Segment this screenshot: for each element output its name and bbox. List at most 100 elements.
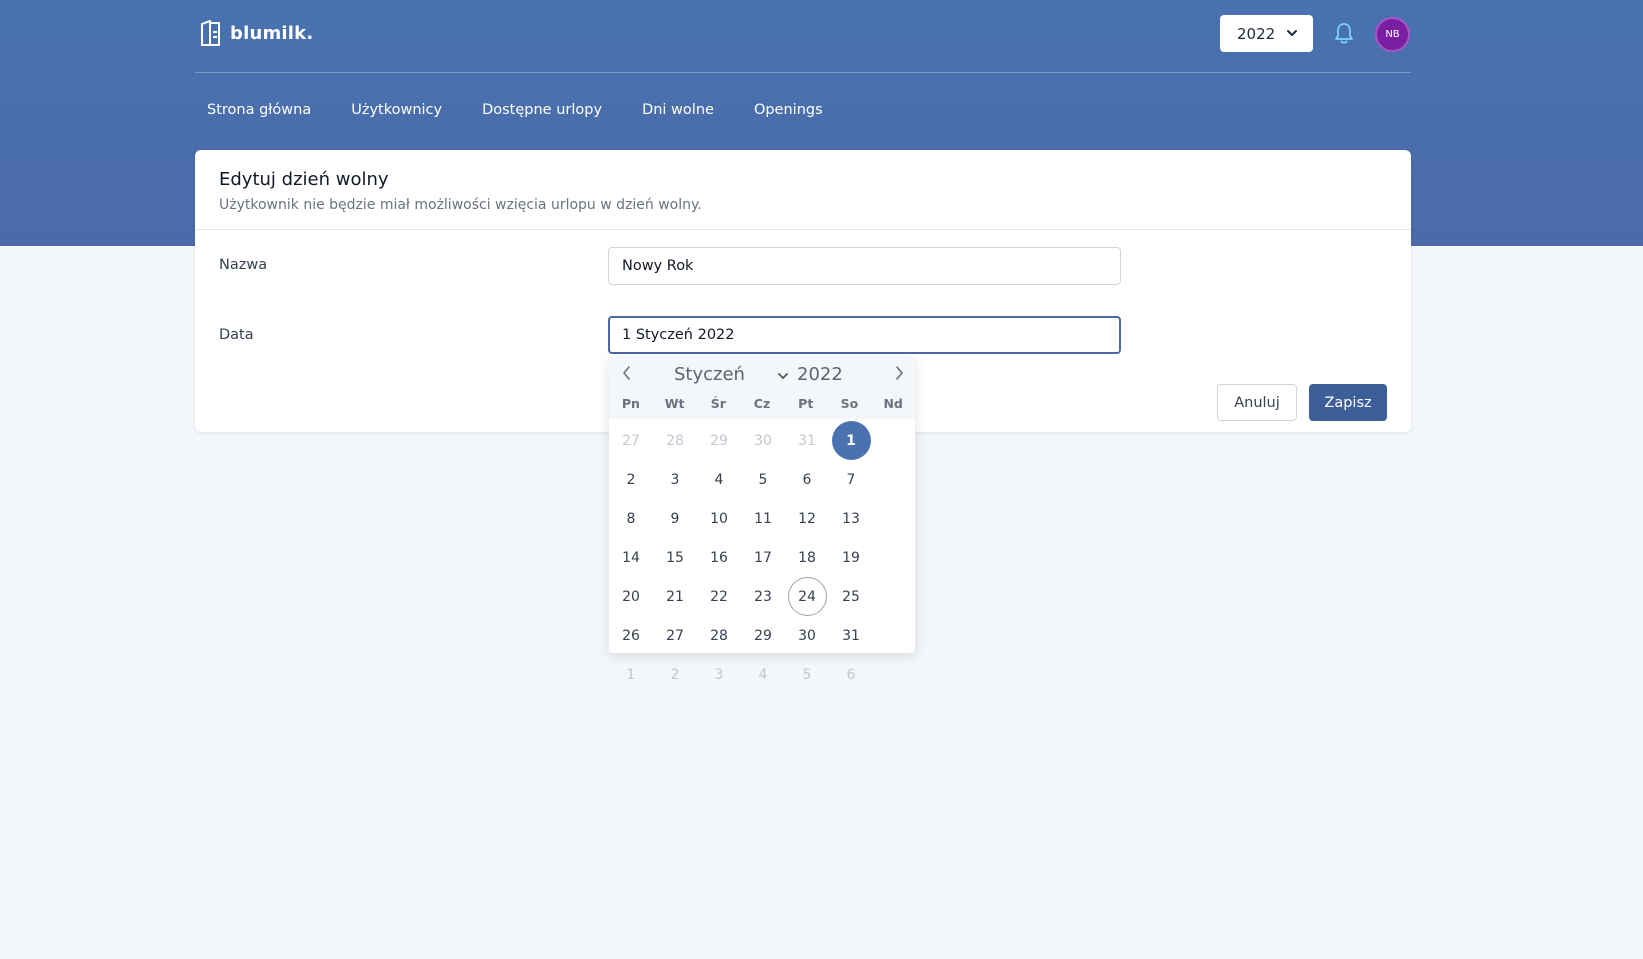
- chevron-down-icon: [778, 373, 788, 380]
- card-header: Edytuj dzień wolny Użytkownik nie będzie…: [195, 150, 1411, 230]
- year-select-value: 2022: [1237, 24, 1276, 43]
- calendar-day[interactable]: 17: [741, 538, 785, 577]
- nav-item-home[interactable]: Strona główna: [195, 96, 323, 124]
- calendar-day[interactable]: 25: [829, 577, 873, 616]
- user-avatar[interactable]: NB: [1375, 17, 1410, 52]
- calendar-day[interactable]: 4: [741, 655, 785, 694]
- calendar-day[interactable]: 6: [785, 460, 829, 499]
- calendar-day-today[interactable]: 24: [785, 577, 829, 616]
- calendar-day[interactable]: 30: [785, 616, 829, 655]
- calendar-day[interactable]: 29: [697, 421, 741, 460]
- calendar-day-number: 3: [670, 471, 680, 488]
- avatar-initials: NB: [1385, 29, 1400, 40]
- calendar-day-number: 15: [666, 549, 684, 566]
- notifications-button[interactable]: [1333, 21, 1355, 49]
- calendar-day-number: 30: [798, 627, 816, 644]
- calendar-day[interactable]: 27: [609, 421, 653, 460]
- month-select[interactable]: Styczeń: [674, 364, 745, 385]
- calendar-day-number: 28: [710, 627, 728, 644]
- calendar-day-number: 8: [626, 510, 636, 527]
- date-label: Data: [219, 327, 254, 343]
- nav-item-openings[interactable]: Openings: [742, 96, 835, 124]
- calendar-day[interactable]: 20: [609, 577, 653, 616]
- calendar-day[interactable]: 12: [785, 499, 829, 538]
- year-select[interactable]: 2022: [1220, 15, 1313, 52]
- calendar-day-number: 3: [714, 666, 724, 683]
- calendar-day[interactable]: 21: [653, 577, 697, 616]
- calendar-day[interactable]: 26: [609, 616, 653, 655]
- nav-item-users[interactable]: Użytkownicy: [339, 96, 454, 124]
- calendar-day-number: 24: [787, 577, 827, 616]
- calendar-day[interactable]: 8: [609, 499, 653, 538]
- logo-text: blumilk.: [230, 22, 314, 44]
- nav-item-holidays[interactable]: Dni wolne: [630, 96, 726, 124]
- calendar-day[interactable]: 22: [697, 577, 741, 616]
- calendar-day-number: 19: [842, 549, 860, 566]
- calendar-day[interactable]: 10: [697, 499, 741, 538]
- blumilk-logo-icon: [201, 20, 220, 46]
- calendar-day[interactable]: 16: [697, 538, 741, 577]
- calendar-day[interactable]: 23: [741, 577, 785, 616]
- chevron-right-icon: [896, 366, 904, 380]
- date-picker: Styczeń 2022 Pn Wt Śr Cz Pt So Nd 27 28 29…: [609, 357, 915, 683]
- calendar-day-number: 17: [754, 549, 772, 566]
- calendar-day[interactable]: 3: [653, 460, 697, 499]
- calendar-day-number: 2: [626, 471, 636, 488]
- calendar-day[interactable]: 28: [697, 616, 741, 655]
- calendar-day-number: 10: [710, 510, 728, 527]
- calendar-day[interactable]: 31: [829, 616, 873, 655]
- calendar-day-number: 31: [798, 432, 816, 449]
- calendar-day[interactable]: 30: [741, 421, 785, 460]
- calendar-day[interactable]: 1: [609, 655, 653, 694]
- calendar-day[interactable]: 14: [609, 538, 653, 577]
- next-month-button[interactable]: [891, 363, 907, 387]
- calendar-day[interactable]: 31: [785, 421, 829, 460]
- main-nav: Strona główna Użytkownicy Dostępne urlop…: [195, 96, 851, 124]
- name-label: Nazwa: [219, 257, 268, 273]
- calendar-day-number: 12: [798, 510, 816, 527]
- cancel-button[interactable]: Anuluj: [1217, 384, 1297, 421]
- calendar-day[interactable]: 9: [653, 499, 697, 538]
- calendar-day[interactable]: 5: [741, 460, 785, 499]
- calendar-day[interactable]: 19: [829, 538, 873, 577]
- name-input[interactable]: Nowy Rok: [608, 247, 1121, 285]
- year-input[interactable]: 2022: [797, 364, 843, 385]
- app-logo[interactable]: blumilk.: [200, 20, 313, 46]
- calendar-day[interactable]: 28: [653, 421, 697, 460]
- calendar-day[interactable]: 27: [653, 616, 697, 655]
- calendar-day-selected[interactable]: 1: [829, 421, 873, 460]
- calendar-day[interactable]: 2: [653, 655, 697, 694]
- bell-icon: [1335, 23, 1353, 44]
- calendar-day[interactable]: 4: [697, 460, 741, 499]
- page-title: Edytuj dzień wolny: [219, 169, 389, 190]
- calendar-day[interactable]: 5: [785, 655, 829, 694]
- calendar-day[interactable]: 13: [829, 499, 873, 538]
- calendar-day-number: 25: [842, 588, 860, 605]
- calendar-day[interactable]: 7: [829, 460, 873, 499]
- prev-month-button[interactable]: [619, 363, 635, 387]
- calendar-day[interactable]: 11: [741, 499, 785, 538]
- nav-item-available-vacations[interactable]: Dostępne urlopy: [470, 96, 614, 124]
- calendar-day[interactable]: 29: [741, 616, 785, 655]
- calendar-day-number: 6: [802, 471, 812, 488]
- calendar-day-number: 18: [798, 549, 816, 566]
- calendar-day-number: 26: [622, 627, 640, 644]
- calendar-day-number: 9: [670, 510, 680, 527]
- save-button[interactable]: Zapisz: [1309, 384, 1387, 421]
- weekday-label: Śr: [710, 396, 726, 411]
- calendar-day[interactable]: 3: [697, 655, 741, 694]
- calendar-day-number: 22: [710, 588, 728, 605]
- calendar-day[interactable]: 6: [829, 655, 873, 694]
- calendar-day-number: 7: [846, 471, 856, 488]
- weekday-label: Pt: [798, 396, 814, 411]
- calendar-day-number: 20: [622, 588, 640, 605]
- calendar-day[interactable]: 2: [609, 460, 653, 499]
- chevron-left-icon: [622, 366, 630, 380]
- calendar-day[interactable]: 18: [785, 538, 829, 577]
- calendar-day-number: 1: [831, 421, 871, 460]
- calendar-day[interactable]: 15: [653, 538, 697, 577]
- calendar-day-number: 1: [626, 666, 636, 683]
- date-input[interactable]: 1 Styczeń 2022: [608, 316, 1121, 354]
- calendar-day-number: 5: [758, 471, 768, 488]
- weekday-header: Pn Wt Śr Cz Pt So Nd: [609, 396, 915, 411]
